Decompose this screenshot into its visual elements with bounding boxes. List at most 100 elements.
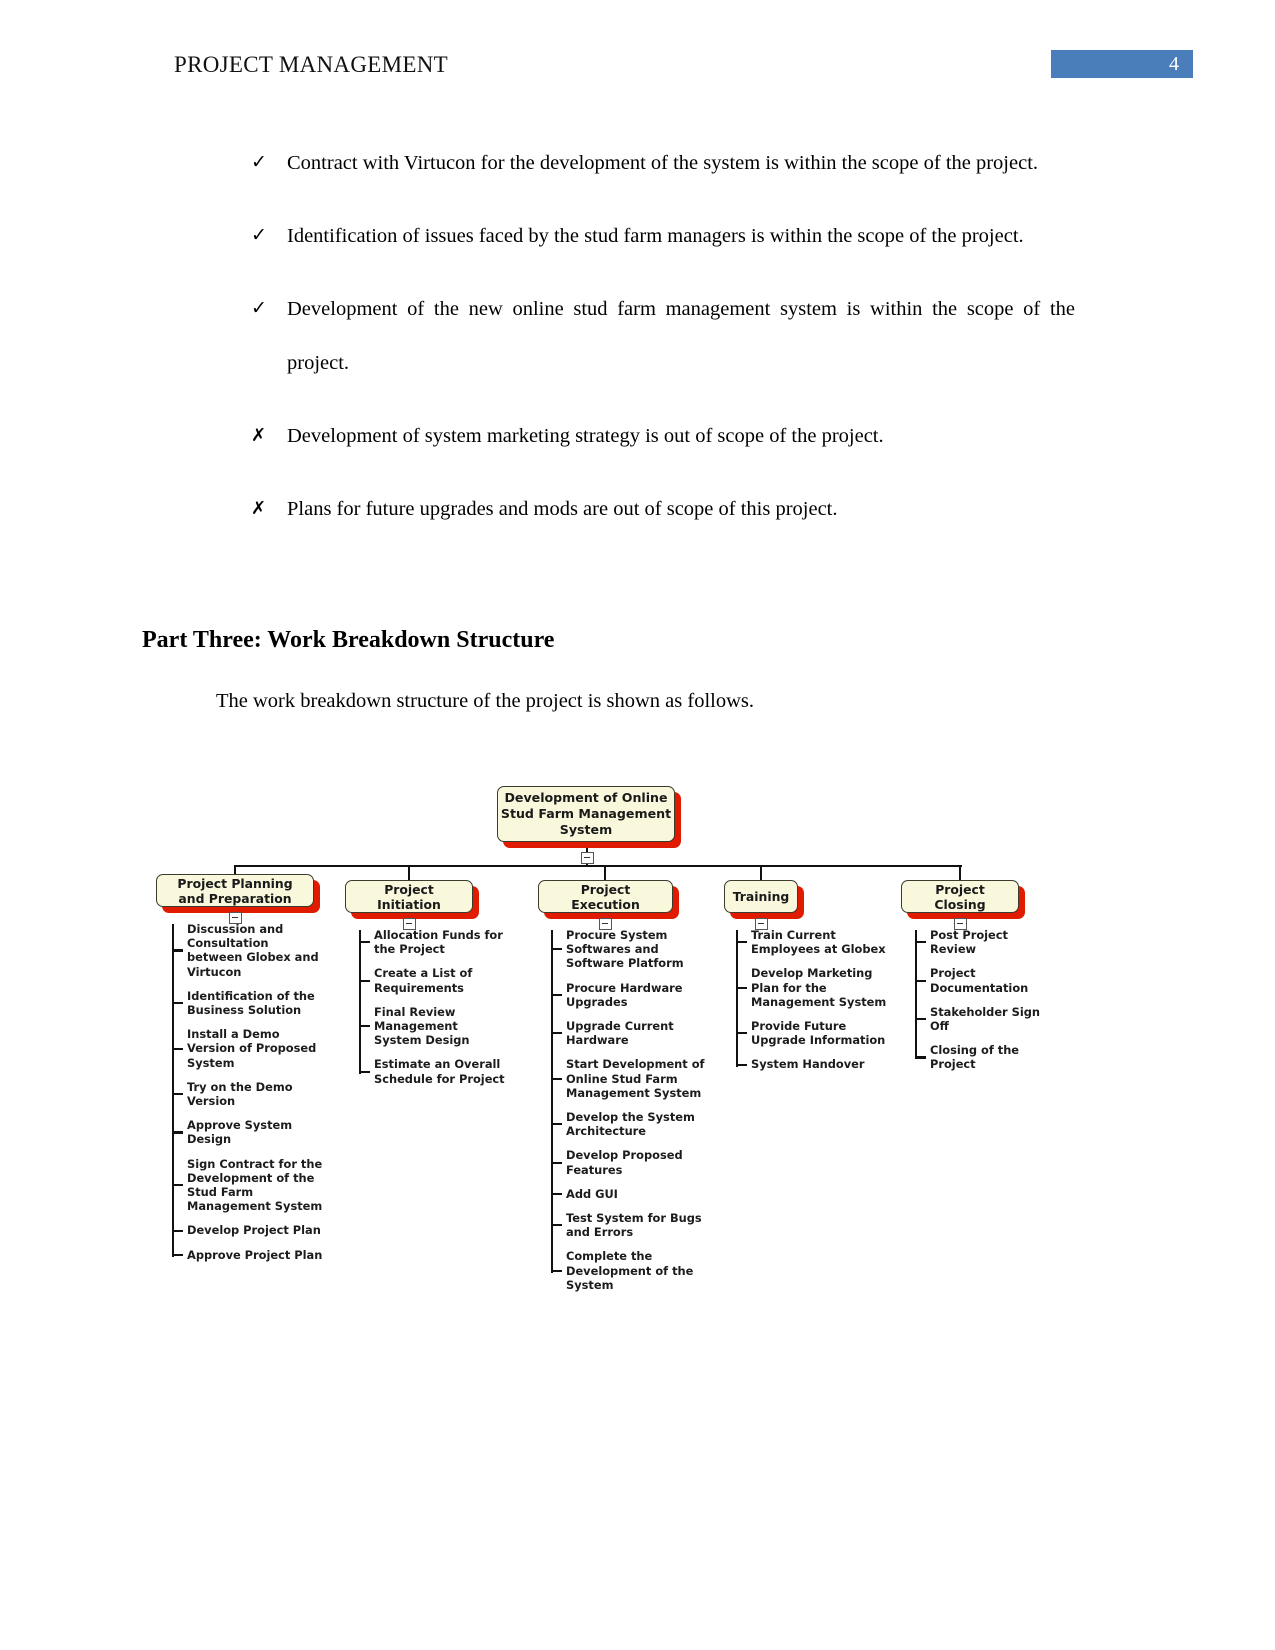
wbs-task-label: Closing of the Project xyxy=(930,1043,1020,1072)
wbs-task[interactable]: Discussion and Consultation between Glob… xyxy=(172,922,324,979)
wbs-task-label: Upgrade Current Hardware xyxy=(566,1019,674,1048)
work-breakdown-structure-diagram: Development of Online Stud Farm Manageme… xyxy=(0,770,1275,1370)
wbs-task[interactable]: Install a Demo Version of Proposed Syste… xyxy=(172,1027,324,1070)
wbs-task[interactable]: Upgrade Current Hardware xyxy=(551,1019,706,1047)
wbs-task-label: Try on the Demo Version xyxy=(187,1079,293,1109)
leaf-tick-line xyxy=(551,1123,562,1126)
leaf-column-initiation: Allocation Funds for the Project Create … xyxy=(359,928,509,1096)
leaf-tick-line xyxy=(736,986,747,989)
wbs-task[interactable]: Approve Project Plan xyxy=(172,1248,324,1262)
scope-list-item: ✗ Development of system marketing strate… xyxy=(245,409,1075,463)
branch-drop-line xyxy=(760,865,763,880)
leaf-tick-line xyxy=(551,1161,562,1164)
leaf-tick-line xyxy=(551,1224,562,1227)
wbs-task-label: Add GUI xyxy=(566,1186,618,1201)
wbs-task[interactable]: Procure Hardware Upgrades xyxy=(551,981,706,1009)
leaf-column-training: Train Current Employees at Globex Develo… xyxy=(736,928,894,1082)
wbs-task-label: Approve System Design xyxy=(187,1118,293,1147)
wbs-branch-node-initiation[interactable]: Project Initiation xyxy=(345,880,473,913)
collapse-toggle-icon[interactable] xyxy=(229,912,242,924)
leaf-tick-line xyxy=(915,941,926,944)
check-icon: ✓ xyxy=(251,298,267,319)
header-title: PROJECT MANAGEMENT xyxy=(174,52,448,77)
wbs-task[interactable]: Approve System Design xyxy=(172,1118,324,1146)
wbs-branch-node-closing[interactable]: Project Closing xyxy=(901,880,1019,913)
wbs-task-label: Start Development of Online Stud Farm Ma… xyxy=(566,1057,705,1100)
wbs-task-label: Test System for Bugs and Errors xyxy=(566,1211,702,1240)
wbs-task-label: Install a Demo Version of Proposed Syste… xyxy=(187,1027,317,1070)
leaf-tick-line xyxy=(551,1077,562,1080)
wbs-task[interactable]: Stakeholder Sign Off xyxy=(915,1005,1050,1033)
leaf-tick-line xyxy=(736,1032,747,1035)
wbs-task-label: Provide Future Upgrade Information xyxy=(751,1019,886,1048)
wbs-task[interactable]: Develop Marketing Plan for the Managemen… xyxy=(736,966,894,1009)
wbs-task-label: Final Review Management System Design xyxy=(374,1004,470,1048)
branch-drop-line xyxy=(408,865,411,880)
scope-list-item: ✓ Contract with Virtucon for the develop… xyxy=(245,136,1075,190)
wbs-task[interactable]: Develop the System Architecture xyxy=(551,1110,706,1138)
collapse-toggle-icon[interactable] xyxy=(403,918,416,930)
wbs-task[interactable]: Try on the Demo Version xyxy=(172,1080,324,1108)
collapse-toggle-icon[interactable] xyxy=(755,918,768,930)
leaf-column-execution: Procure System Softwares and Software Pl… xyxy=(551,928,706,1302)
wbs-task-label: Project Documentation xyxy=(930,966,1029,995)
wbs-task[interactable]: Allocation Funds for the Project xyxy=(359,928,509,956)
leaf-tick-line xyxy=(551,1269,562,1272)
wbs-task[interactable]: Develop Proposed Features xyxy=(551,1148,706,1177)
collapse-toggle-icon[interactable] xyxy=(599,918,612,930)
section-intro-text: The work breakdown structure of the proj… xyxy=(216,690,754,712)
leaf-tick-line xyxy=(172,1047,183,1050)
page-number: 4 xyxy=(1169,53,1179,75)
wbs-task[interactable]: Develop Project Plan xyxy=(172,1223,324,1237)
leaf-tick-line xyxy=(359,941,370,944)
wbs-task-label: Develop Project Plan xyxy=(187,1223,321,1238)
leaf-tick-line xyxy=(359,1070,370,1073)
wbs-task-label: Procure Hardware Upgrades xyxy=(566,980,683,1009)
wbs-task[interactable]: Sign Contract for the Development of the… xyxy=(172,1157,324,1214)
wbs-task-label: Approve Project Plan xyxy=(187,1247,323,1262)
wbs-task-label: Create a List of Requirements xyxy=(374,966,473,995)
wbs-task[interactable]: Final Review Management System Design xyxy=(359,1005,509,1048)
wbs-task-label: System Handover xyxy=(751,1057,865,1072)
wbs-task[interactable]: Add GUI xyxy=(551,1187,706,1201)
wbs-task[interactable]: Estimate an Overall Schedule for Project xyxy=(359,1057,509,1086)
wbs-task-label: Stakeholder Sign Off xyxy=(930,1004,1041,1034)
wbs-task[interactable]: Start Development of Online Stud Farm Ma… xyxy=(551,1057,706,1100)
collapse-toggle-icon[interactable] xyxy=(954,918,967,930)
check-icon: ✓ xyxy=(251,152,267,173)
wbs-task[interactable]: Post Project Review xyxy=(915,928,1050,956)
leaf-column-closing: Post Project Review Project Documentatio… xyxy=(915,928,1050,1082)
wbs-task[interactable]: Provide Future Upgrade Information xyxy=(736,1019,894,1047)
scope-item-text: Development of system marketing strategy… xyxy=(287,425,884,447)
wbs-task[interactable]: Project Documentation xyxy=(915,966,1050,995)
cross-icon: ✗ xyxy=(251,498,267,519)
leaf-tick-line xyxy=(551,993,562,996)
wbs-task-label: Allocation Funds for the Project xyxy=(374,928,503,957)
wbs-task-label: Discussion and Consultation between Glob… xyxy=(187,922,319,979)
wbs-task[interactable]: Procure System Softwares and Software Pl… xyxy=(551,928,706,971)
wbs-task[interactable]: Create a List of Requirements xyxy=(359,966,509,995)
wbs-task-label: Identification of the Business Solution xyxy=(187,988,315,1018)
scope-list-item: ✓ Development of the new online stud far… xyxy=(245,282,1075,390)
wbs-task[interactable]: Identification of the Business Solution xyxy=(172,989,324,1017)
leaf-tick-line xyxy=(915,1018,926,1021)
wbs-branch-node-planning[interactable]: Project Planning and Preparation xyxy=(156,874,314,907)
wbs-task-label: Post Project Review xyxy=(930,928,1008,957)
wbs-task-label: Train Current Employees at Globex xyxy=(751,928,886,957)
scope-bullet-list: ✓ Contract with Virtucon for the develop… xyxy=(245,136,1075,555)
leaf-tick-line xyxy=(359,1025,370,1028)
wbs-branch-node-execution[interactable]: Project Execution xyxy=(538,880,673,913)
wbs-task[interactable]: Closing of the Project xyxy=(915,1043,1050,1071)
leaf-tick-line xyxy=(551,948,562,951)
leaf-column-planning: Discussion and Consultation between Glob… xyxy=(172,922,324,1272)
wbs-root-node[interactable]: Development of Online Stud Farm Manageme… xyxy=(497,786,675,842)
wbs-task[interactable]: System Handover xyxy=(736,1057,894,1071)
scope-list-item: ✓ Identification of issues faced by the … xyxy=(245,209,1075,263)
wbs-branch-node-training[interactable]: Training xyxy=(724,880,798,913)
wbs-task[interactable]: Test System for Bugs and Errors xyxy=(551,1211,706,1239)
wbs-task[interactable]: Train Current Employees at Globex xyxy=(736,928,894,956)
page-number-badge: 4 xyxy=(1051,50,1193,78)
wbs-task[interactable]: Complete the Development of the System xyxy=(551,1249,706,1292)
wbs-task-label: Develop Marketing Plan for the Managemen… xyxy=(751,966,887,1009)
collapse-toggle-icon[interactable] xyxy=(581,852,594,864)
